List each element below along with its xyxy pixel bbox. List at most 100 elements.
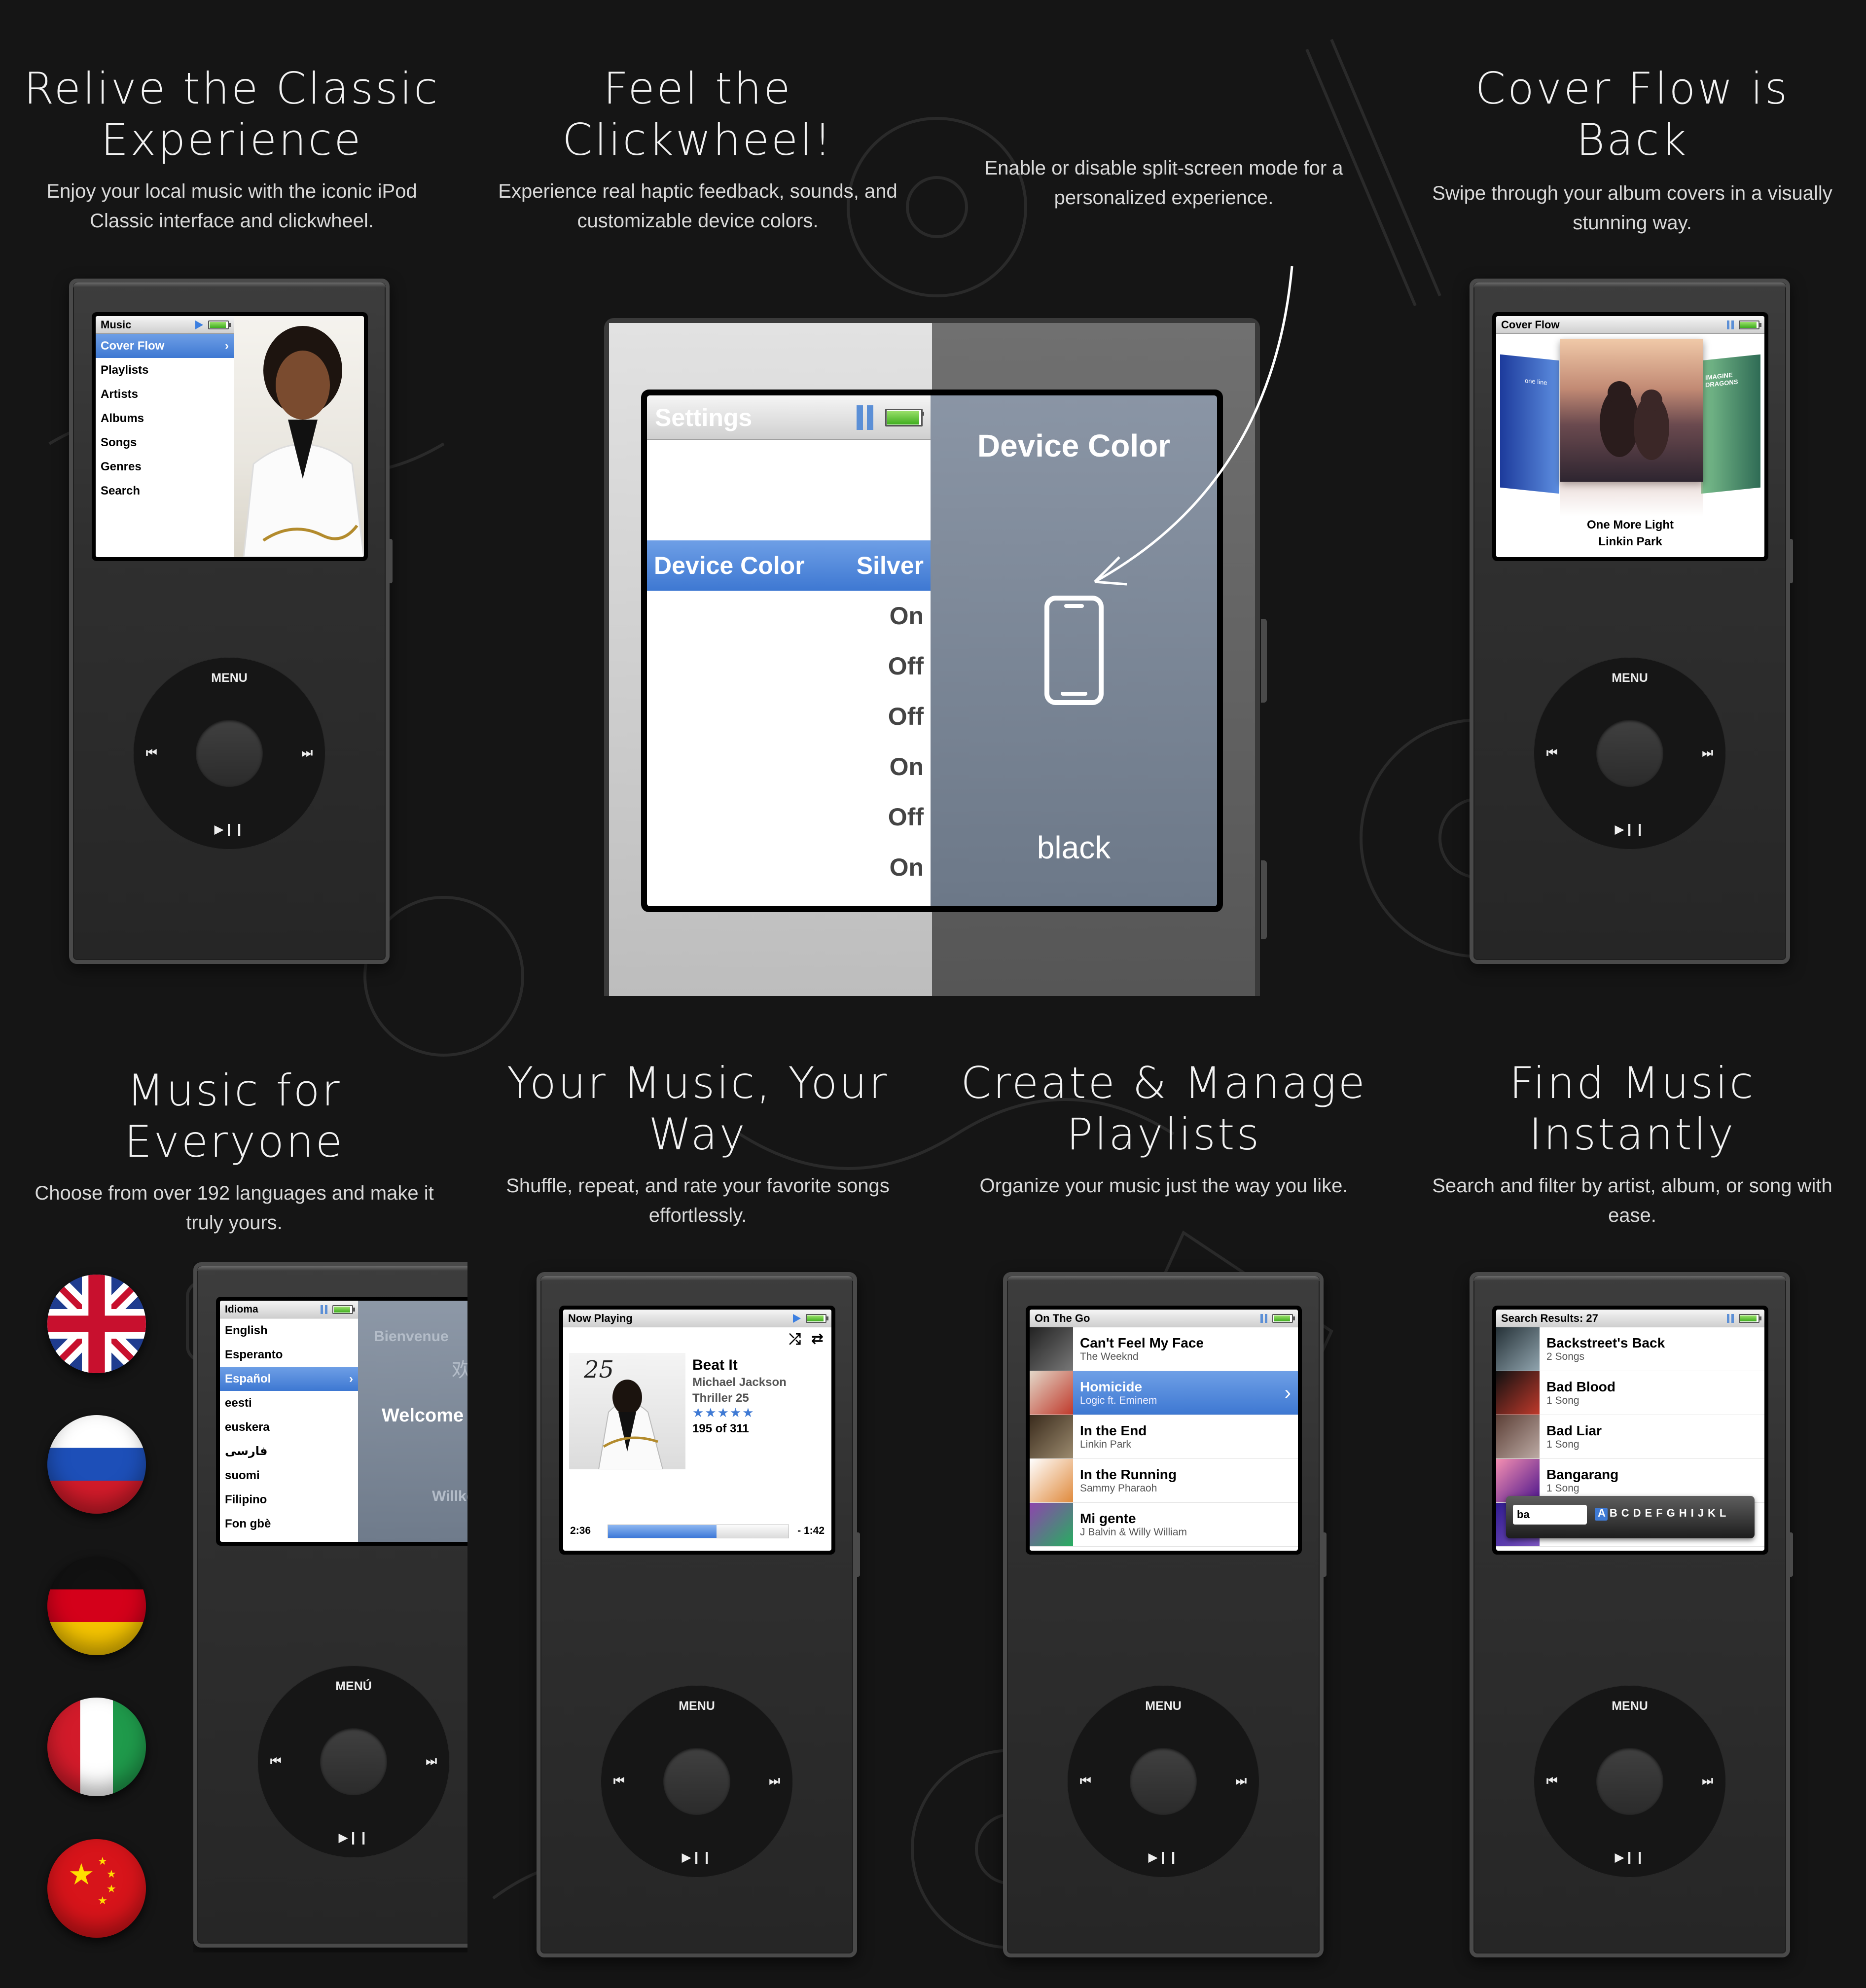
side-button[interactable] (1789, 1532, 1793, 1577)
search-result-row[interactable]: Bad Blood 1 Song (1496, 1371, 1764, 1415)
settings-item[interactable]: Shuffle Off (647, 641, 931, 691)
previous-icon[interactable]: ⏮ (1546, 746, 1558, 760)
rating-stars[interactable]: ★★★★★ (692, 1405, 755, 1420)
play-pause-icon[interactable]: ▶❙❙ (1534, 1850, 1726, 1865)
settings-item[interactable]: Click Wheel Sour Off (647, 792, 931, 842)
language-item[interactable]: فارسی (220, 1439, 358, 1463)
menu-button[interactable]: MENU (1067, 1699, 1259, 1713)
menu-button[interactable]: MENU (601, 1699, 793, 1713)
repeat-icon[interactable]: ⇄ (811, 1330, 824, 1348)
side-button[interactable] (1789, 539, 1793, 583)
click-wheel[interactable]: MENU ⏮ ⏭ ▶❙❙ (1534, 1685, 1726, 1878)
menu-item[interactable]: Albums (96, 406, 234, 430)
language-item[interactable]: Filipino (220, 1488, 358, 1512)
language-item[interactable]: suomi (220, 1463, 358, 1488)
search-result-row[interactable]: Backstreet's Back 2 Songs (1496, 1327, 1764, 1371)
search-result-row[interactable]: Bad Liar 1 Song (1496, 1415, 1764, 1459)
search-input[interactable]: ba (1513, 1505, 1587, 1525)
previous-icon[interactable]: ⏮ (270, 1754, 282, 1769)
progress-bar[interactable] (608, 1525, 789, 1538)
play-pause-icon[interactable]: ▶❙❙ (133, 822, 325, 837)
playlist-songs: Can't Feel My Face The Weeknd Homicide Logi… (1030, 1327, 1298, 1547)
settings-item[interactable]: About (647, 440, 931, 490)
menu-item[interactable]: Cover Flow › (96, 334, 234, 358)
language-item[interactable]: English (220, 1318, 358, 1343)
song-artist: Michael Jackson (692, 1376, 787, 1389)
center-button[interactable] (1130, 1748, 1197, 1815)
shuffle-icon[interactable]: ⤮ (789, 1331, 801, 1348)
click-wheel[interactable]: MENU ⏮ ⏭ ▶❙❙ (1067, 1685, 1259, 1878)
play-pause-icon[interactable]: ▶❙❙ (601, 1850, 793, 1865)
menu-button[interactable]: MENU (133, 671, 325, 685)
menu-button[interactable]: MENÚ (257, 1679, 450, 1694)
screen-title: Search Results: 27 (1501, 1312, 1727, 1325)
language-item[interactable]: Español › (220, 1367, 358, 1391)
svg-text:★: ★ (98, 1855, 108, 1868)
settings-item[interactable]: Language (647, 490, 931, 540)
settings-item[interactable]: Touch Screen Ena On (647, 591, 931, 641)
next-icon[interactable]: ⏭ (1702, 1774, 1713, 1788)
feature-title: Feel the Clickwheel! (562, 63, 833, 165)
side-button[interactable] (389, 539, 393, 583)
center-button[interactable] (663, 1748, 730, 1815)
center-button[interactable] (320, 1728, 387, 1795)
side-button[interactable] (856, 1532, 860, 1577)
play-pause-icon[interactable]: ▶❙❙ (1067, 1850, 1259, 1865)
playlist-row[interactable]: Can't Feel My Face The Weeknd (1030, 1327, 1298, 1371)
previous-icon[interactable]: ⏮ (1546, 1774, 1558, 1788)
playlist-row[interactable]: In the End Linkin Park (1030, 1415, 1298, 1459)
feature-title: Music for Everyone (124, 1065, 344, 1167)
menu-item[interactable]: Genres (96, 455, 234, 479)
menu-item[interactable]: Search (96, 479, 234, 503)
menu-button[interactable]: MENU (1534, 671, 1726, 685)
album-thumbnail (1030, 1415, 1073, 1458)
feature-desc: Swipe through your album covers in a vis… (1432, 182, 1832, 234)
feature-desc: Experience real haptic feedback, sounds,… (498, 180, 897, 232)
playlist-row[interactable]: Homicide Logic ft. Eminem › (1030, 1371, 1298, 1415)
next-icon[interactable]: ⏭ (769, 1774, 780, 1788)
language-item[interactable]: Fon gbè (220, 1512, 358, 1536)
album-cover-center[interactable] (1560, 339, 1703, 482)
click-wheel[interactable]: MENU ⏮ ⏭ ▶❙❙ (133, 657, 325, 850)
center-button[interactable] (1596, 720, 1663, 787)
menu-item[interactable]: Songs (96, 430, 234, 455)
menu-item-label: Artists (101, 388, 139, 401)
previous-icon[interactable]: ⏮ (146, 746, 157, 760)
click-wheel[interactable]: MENU ⏮ ⏭ ▶❙❙ (601, 1685, 793, 1878)
language-item[interactable]: eesti (220, 1391, 358, 1415)
alphabet-picker[interactable]: ABCDEFGHIJKL (1598, 1507, 1730, 1520)
ipod-screen: Idioma English Esperanto Español › eesti eusk… (216, 1297, 467, 1546)
svg-text:★: ★ (107, 1868, 116, 1881)
settings-item[interactable]: Split Screen Mode On (647, 842, 931, 892)
settings-item-label: Vibrate (654, 753, 737, 781)
side-button[interactable] (1323, 1532, 1327, 1577)
menu-button[interactable]: MENU (1534, 1699, 1726, 1713)
language-item[interactable]: Esperanto (220, 1343, 358, 1367)
play-pause-icon[interactable]: ▶❙❙ (1534, 822, 1726, 837)
settings-item[interactable]: Vibrate On (647, 742, 931, 792)
next-icon[interactable]: ⏭ (301, 746, 313, 760)
settings-item[interactable]: Repeat Off (647, 691, 931, 742)
previous-icon[interactable]: ⏮ (613, 1774, 625, 1788)
screen-title: Music (101, 318, 132, 331)
click-wheel[interactable]: MENU ⏮ ⏭ ▶❙❙ (1534, 657, 1726, 850)
playlist-row[interactable]: Mi gente J Balvin & Willy William (1030, 1503, 1298, 1547)
next-icon[interactable]: ⏭ (1235, 1774, 1247, 1788)
ipod-search: Search Results: 27 Backstreet's Back 2 So… (1470, 1272, 1793, 1957)
next-icon[interactable]: ⏭ (426, 1754, 437, 1769)
menu-item[interactable]: Playlists (96, 358, 234, 382)
previous-icon[interactable]: ⏮ (1080, 1774, 1091, 1788)
center-button[interactable] (1596, 1748, 1663, 1815)
settings-item[interactable]: Device Color Silver (647, 540, 931, 591)
click-wheel[interactable]: MENÚ ⏮ ⏭ ▶❙❙ (257, 1666, 450, 1858)
next-icon[interactable]: ⏭ (1702, 746, 1713, 760)
menu-item[interactable]: Artists (96, 382, 234, 406)
album-text: IMAGINE DRAGONS (1705, 371, 1738, 389)
play-pause-icon[interactable]: ▶❙❙ (257, 1830, 450, 1845)
language-item[interactable]: euskera (220, 1415, 358, 1439)
side-button[interactable] (1261, 860, 1267, 939)
side-button[interactable] (1261, 619, 1267, 703)
playlist-row[interactable]: In the Running Sammy Pharaoh (1030, 1459, 1298, 1503)
result-subtitle: 2 Songs (1546, 1351, 1585, 1362)
center-button[interactable] (196, 720, 263, 787)
